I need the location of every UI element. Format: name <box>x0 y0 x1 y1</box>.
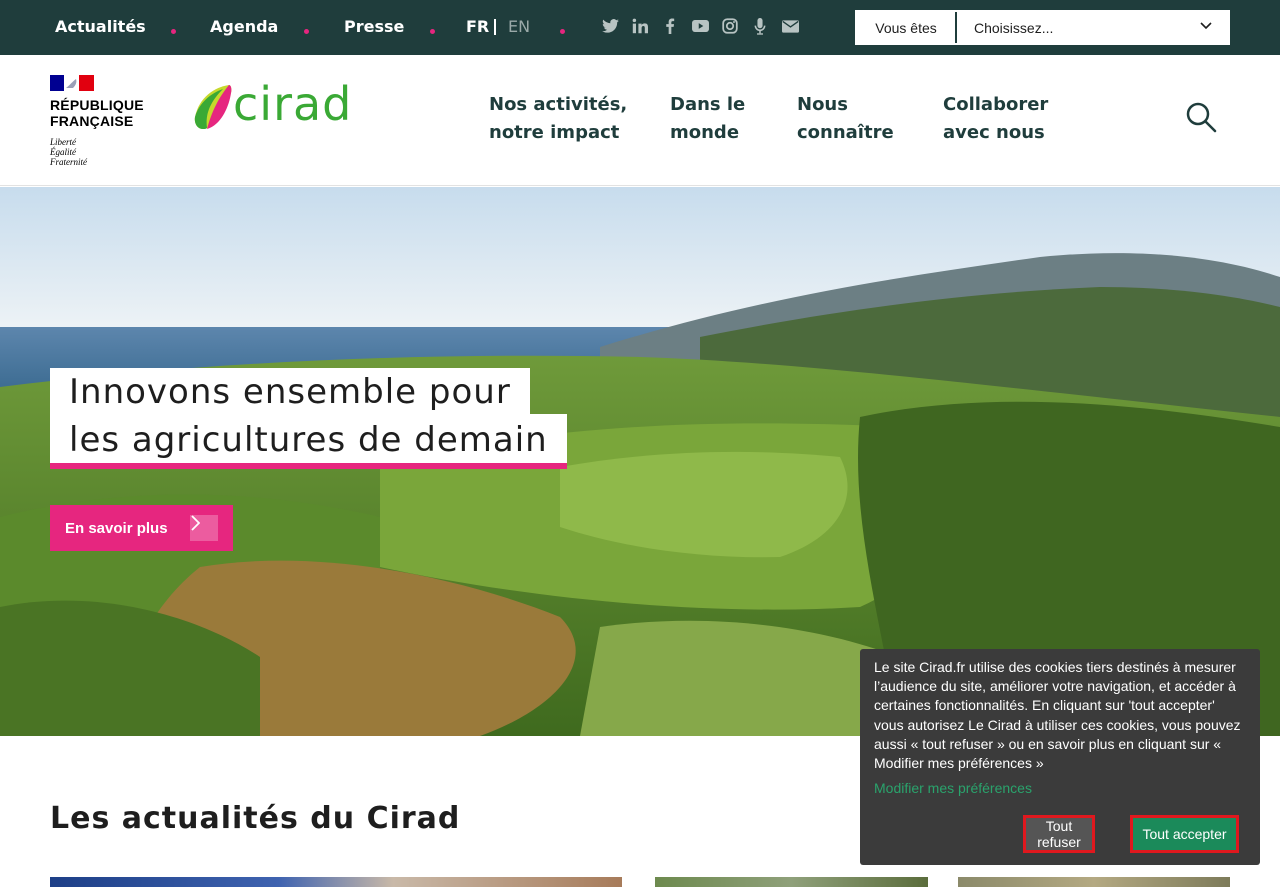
rf-motto: Liberté Égalité Fraternité <box>50 137 87 167</box>
nav-monde-line1: Dans le <box>670 94 746 115</box>
search-icon <box>1186 102 1217 133</box>
separator-dot <box>171 29 176 34</box>
marianne-flag-icon <box>50 75 94 91</box>
nav-monde[interactable]: Dans le monde <box>670 91 745 147</box>
news-thumbnail[interactable] <box>50 877 622 887</box>
cookie-consent-banner: Le site Cirad.fr utilise des cookies tie… <box>860 649 1260 865</box>
facebook-icon[interactable] <box>661 17 679 35</box>
rf-title: RÉPUBLIQUE FRANÇAISE <box>50 97 144 129</box>
nav-link-actualites[interactable]: Actualités <box>55 17 146 36</box>
youtube-icon[interactable] <box>691 17 709 35</box>
audience-label: Vous êtes <box>857 12 955 43</box>
cookie-accept-button[interactable]: Tout accepter <box>1130 815 1239 853</box>
hero-cta-label: En savoir plus <box>65 519 168 537</box>
rf-motto-line3: Fraternité <box>50 157 87 167</box>
top-bar: Actualités Agenda Presse FR EN Vous êtes… <box>0 0 1280 55</box>
rf-title-line2: FRANÇAISE <box>50 113 134 129</box>
news-section-title: Les actualités du Cirad <box>50 801 461 836</box>
cookie-preferences-link[interactable]: Modifier mes préférences <box>874 780 1246 796</box>
nav-activites-line2: notre impact <box>489 122 620 143</box>
mail-icon[interactable] <box>781 17 799 35</box>
hero-title-line2: les agricultures de demain <box>50 414 567 469</box>
nav-collaborer-line2: avec nous <box>943 122 1045 143</box>
lang-separator <box>494 19 496 35</box>
news-thumbnail[interactable] <box>958 877 1230 887</box>
rf-title-line1: RÉPUBLIQUE <box>50 97 144 113</box>
cirad-logo[interactable]: cirad <box>193 77 363 133</box>
nav-connaitre[interactable]: Nous connaître <box>797 91 894 147</box>
cookie-refuse-button[interactable]: Tout refuser <box>1023 815 1095 853</box>
podcast-icon[interactable] <box>751 17 769 35</box>
cookie-text: Le site Cirad.fr utilise des cookies tie… <box>874 659 1241 772</box>
twitter-icon[interactable] <box>601 17 619 35</box>
separator-dot <box>304 29 309 34</box>
nav-collaborer-line1: Collaborer <box>943 94 1049 115</box>
audience-selector: Vous êtes Choisissez... <box>855 10 1230 45</box>
audience-select-value: Choisissez... <box>974 19 1054 36</box>
nav-collaborer[interactable]: Collaborer avec nous <box>943 91 1048 147</box>
instagram-icon[interactable] <box>721 17 739 35</box>
nav-connaitre-line2: connaître <box>797 122 894 143</box>
search-button[interactable] <box>1185 101 1217 133</box>
republique-francaise-logo[interactable]: RÉPUBLIQUE FRANÇAISE Liberté Égalité Fra… <box>50 75 160 170</box>
news-thumbnail[interactable] <box>655 877 928 887</box>
hero-learn-more-button[interactable]: En savoir plus <box>50 505 233 551</box>
chevron-down-icon <box>1200 22 1212 30</box>
nav-activites-line1: Nos activités, <box>489 94 628 115</box>
lang-fr[interactable]: FR <box>466 17 489 36</box>
chevron-right-icon <box>190 515 218 541</box>
site-header: RÉPUBLIQUE FRANÇAISE Liberté Égalité Fra… <box>0 55 1280 186</box>
linkedin-icon[interactable] <box>631 17 649 35</box>
separator-dot <box>430 29 435 34</box>
rf-motto-line2: Égalité <box>50 147 76 157</box>
audience-select[interactable]: Choisissez... <box>955 12 1228 43</box>
separator-dot <box>560 29 565 34</box>
rf-motto-line1: Liberté <box>50 137 76 147</box>
cirad-brand-text: cirad <box>233 77 353 131</box>
hero-title-line1: Innovons ensemble pour <box>50 368 530 416</box>
nav-connaitre-line1: Nous <box>797 94 848 115</box>
nav-activites[interactable]: Nos activités, notre impact <box>489 91 627 147</box>
nav-monde-line2: monde <box>670 122 740 143</box>
nav-link-presse[interactable]: Presse <box>344 17 404 36</box>
lang-en[interactable]: EN <box>508 17 530 36</box>
cirad-leaf-icon <box>194 85 232 129</box>
nav-link-agenda[interactable]: Agenda <box>210 17 278 36</box>
